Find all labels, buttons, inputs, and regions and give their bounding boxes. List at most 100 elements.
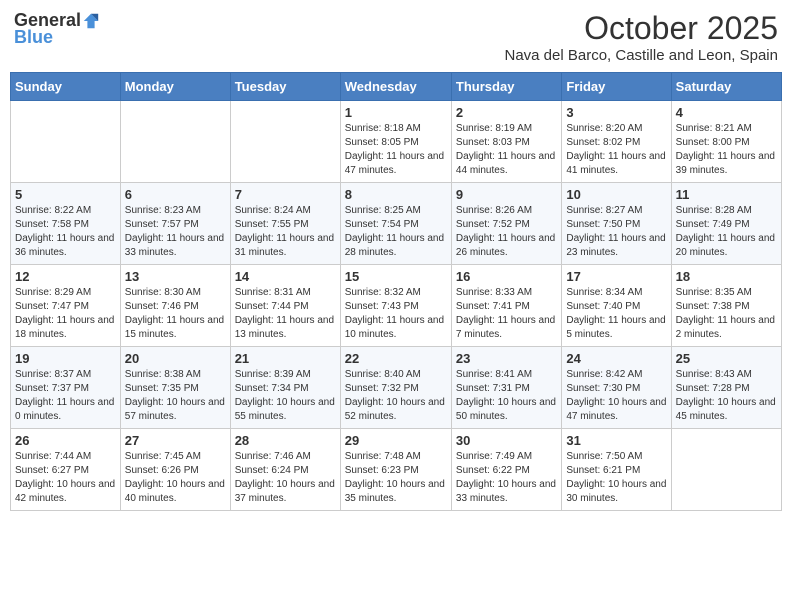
calendar-cell: 5 Sunrise: 8:22 AM Sunset: 7:58 PM Daylig… xyxy=(11,183,121,265)
day-number: 6 xyxy=(125,187,226,202)
day-info: Sunrise: 7:48 AM Sunset: 6:23 PM Dayligh… xyxy=(345,450,447,506)
day-number: 30 xyxy=(456,433,557,448)
calendar-cell: 8 Sunrise: 8:25 AM Sunset: 7:54 PM Daylig… xyxy=(340,183,451,265)
day-info: Sunrise: 8:34 AM Sunset: 7:40 PM Dayligh… xyxy=(566,286,666,342)
day-info: Sunrise: 8:18 AM Sunset: 8:05 PM Dayligh… xyxy=(345,122,447,178)
day-number: 18 xyxy=(676,269,777,284)
col-wednesday: Wednesday xyxy=(340,73,451,101)
calendar-cell: 27Sunrise: 7:45 AM Sunset: 6:26 PM Dayli… xyxy=(120,429,230,511)
calendar-cell: 21 Sunrise: 8:39 AM Sunset: 7:34 PM Dayli… xyxy=(230,347,340,429)
calendar-cell: 10Sunrise: 8:27 AM Sunset: 7:50 PM Dayli… xyxy=(562,183,671,265)
col-thursday: Thursday xyxy=(451,73,561,101)
day-number: 2 xyxy=(456,105,557,120)
calendar-cell: 16Sunrise: 8:33 AM Sunset: 7:41 PM Dayli… xyxy=(451,265,561,347)
day-info: Sunrise: 8:42 AM Sunset: 7:30 PM Dayligh… xyxy=(566,368,666,424)
day-number: 13 xyxy=(125,269,226,284)
calendar-cell: 22 Sunrise: 8:40 AM Sunset: 7:32 PM Dayli… xyxy=(340,347,451,429)
day-info: Sunrise: 8:31 AM Sunset: 7:44 PM Dayligh… xyxy=(235,286,336,342)
calendar-cell: 14 Sunrise: 8:31 AM Sunset: 7:44 PM Dayli… xyxy=(230,265,340,347)
calendar-cell: 20Sunrise: 8:38 AM Sunset: 7:35 PM Dayli… xyxy=(120,347,230,429)
day-info: Sunrise: 8:28 AM Sunset: 7:49 PM Dayligh… xyxy=(676,204,777,260)
day-number: 4 xyxy=(676,105,777,120)
day-number: 7 xyxy=(235,187,336,202)
calendar-cell: 11 Sunrise: 8:28 AM Sunset: 7:49 PM Dayli… xyxy=(671,183,781,265)
calendar-cell: 23 Sunrise: 8:41 AM Sunset: 7:31 PM Dayli… xyxy=(451,347,561,429)
day-info: Sunrise: 8:25 AM Sunset: 7:54 PM Dayligh… xyxy=(345,204,447,260)
day-number: 28 xyxy=(235,433,336,448)
calendar-cell xyxy=(671,429,781,511)
day-info: Sunrise: 8:33 AM Sunset: 7:41 PM Dayligh… xyxy=(456,286,557,342)
calendar-cell: 17Sunrise: 8:34 AM Sunset: 7:40 PM Dayli… xyxy=(562,265,671,347)
day-info: Sunrise: 8:22 AM Sunset: 7:58 PM Dayligh… xyxy=(15,204,116,260)
day-info: Sunrise: 7:46 AM Sunset: 6:24 PM Dayligh… xyxy=(235,450,336,506)
calendar-cell: 15 Sunrise: 8:32 AM Sunset: 7:43 PM Dayli… xyxy=(340,265,451,347)
day-number: 3 xyxy=(566,105,666,120)
calendar-cell: 6 Sunrise: 8:23 AM Sunset: 7:57 PM Daylig… xyxy=(120,183,230,265)
day-info: Sunrise: 8:35 AM Sunset: 7:38 PM Dayligh… xyxy=(676,286,777,342)
day-number: 23 xyxy=(456,351,557,366)
logo: General Blue xyxy=(14,10,100,48)
day-info: Sunrise: 8:37 AM Sunset: 7:37 PM Dayligh… xyxy=(15,368,116,424)
col-tuesday: Tuesday xyxy=(230,73,340,101)
calendar-cell: 25Sunrise: 8:43 AM Sunset: 7:28 PM Dayli… xyxy=(671,347,781,429)
calendar-week-5: 26Sunrise: 7:44 AM Sunset: 6:27 PM Dayli… xyxy=(11,429,782,511)
day-info: Sunrise: 7:44 AM Sunset: 6:27 PM Dayligh… xyxy=(15,450,116,506)
col-saturday: Saturday xyxy=(671,73,781,101)
calendar-cell xyxy=(120,101,230,183)
day-number: 12 xyxy=(15,269,116,284)
day-number: 29 xyxy=(345,433,447,448)
day-number: 1 xyxy=(345,105,447,120)
calendar-cell: 13 Sunrise: 8:30 AM Sunset: 7:46 PM Dayli… xyxy=(120,265,230,347)
day-number: 20 xyxy=(125,351,226,366)
calendar-header-row: Sunday Monday Tuesday Wednesday Thursday… xyxy=(11,73,782,101)
day-info: Sunrise: 8:20 AM Sunset: 8:02 PM Dayligh… xyxy=(566,122,666,178)
calendar-cell: 19 Sunrise: 8:37 AM Sunset: 7:37 PM Dayli… xyxy=(11,347,121,429)
title-block: October 2025 Nava del Barco, Castille an… xyxy=(504,10,778,64)
calendar-week-3: 12 Sunrise: 8:29 AM Sunset: 7:47 PM Dayli… xyxy=(11,265,782,347)
day-number: 21 xyxy=(235,351,336,366)
logo-icon xyxy=(82,12,100,30)
day-info: Sunrise: 8:26 AM Sunset: 7:52 PM Dayligh… xyxy=(456,204,557,260)
day-info: Sunrise: 8:40 AM Sunset: 7:32 PM Dayligh… xyxy=(345,368,447,424)
calendar-cell: 28 Sunrise: 7:46 AM Sunset: 6:24 PM Dayli… xyxy=(230,429,340,511)
calendar-week-2: 5 Sunrise: 8:22 AM Sunset: 7:58 PM Daylig… xyxy=(11,183,782,265)
logo-blue: Blue xyxy=(14,27,53,48)
calendar-cell: 4Sunrise: 8:21 AM Sunset: 8:00 PM Daylig… xyxy=(671,101,781,183)
day-info: Sunrise: 8:29 AM Sunset: 7:47 PM Dayligh… xyxy=(15,286,116,342)
day-info: Sunrise: 8:19 AM Sunset: 8:03 PM Dayligh… xyxy=(456,122,557,178)
calendar-cell: 18 Sunrise: 8:35 AM Sunset: 7:38 PM Dayli… xyxy=(671,265,781,347)
day-info: Sunrise: 8:27 AM Sunset: 7:50 PM Dayligh… xyxy=(566,204,666,260)
day-number: 19 xyxy=(15,351,116,366)
day-info: Sunrise: 8:30 AM Sunset: 7:46 PM Dayligh… xyxy=(125,286,226,342)
calendar-week-1: 1 Sunrise: 8:18 AM Sunset: 8:05 PM Daylig… xyxy=(11,101,782,183)
page-header: General Blue October 2025 Nava del Barco… xyxy=(10,10,782,64)
day-number: 22 xyxy=(345,351,447,366)
calendar-table: Sunday Monday Tuesday Wednesday Thursday… xyxy=(10,72,782,511)
day-info: Sunrise: 8:41 AM Sunset: 7:31 PM Dayligh… xyxy=(456,368,557,424)
day-info: Sunrise: 7:45 AM Sunset: 6:26 PM Dayligh… xyxy=(125,450,226,506)
day-number: 5 xyxy=(15,187,116,202)
col-sunday: Sunday xyxy=(11,73,121,101)
calendar-cell: 31 Sunrise: 7:50 AM Sunset: 6:21 PM Dayli… xyxy=(562,429,671,511)
calendar-cell: 12 Sunrise: 8:29 AM Sunset: 7:47 PM Dayli… xyxy=(11,265,121,347)
day-info: Sunrise: 8:23 AM Sunset: 7:57 PM Dayligh… xyxy=(125,204,226,260)
calendar-cell: 2 Sunrise: 8:19 AM Sunset: 8:03 PM Daylig… xyxy=(451,101,561,183)
day-number: 11 xyxy=(676,187,777,202)
calendar-week-4: 19 Sunrise: 8:37 AM Sunset: 7:37 PM Dayli… xyxy=(11,347,782,429)
day-info: Sunrise: 8:32 AM Sunset: 7:43 PM Dayligh… xyxy=(345,286,447,342)
day-info: Sunrise: 7:49 AM Sunset: 6:22 PM Dayligh… xyxy=(456,450,557,506)
day-info: Sunrise: 7:50 AM Sunset: 6:21 PM Dayligh… xyxy=(566,450,666,506)
day-number: 9 xyxy=(456,187,557,202)
calendar-cell: 3 Sunrise: 8:20 AM Sunset: 8:02 PM Daylig… xyxy=(562,101,671,183)
calendar-cell xyxy=(230,101,340,183)
calendar-cell: 1 Sunrise: 8:18 AM Sunset: 8:05 PM Daylig… xyxy=(340,101,451,183)
day-number: 8 xyxy=(345,187,447,202)
calendar-cell: 24Sunrise: 8:42 AM Sunset: 7:30 PM Dayli… xyxy=(562,347,671,429)
calendar-cell: 7Sunrise: 8:24 AM Sunset: 7:55 PM Daylig… xyxy=(230,183,340,265)
calendar-cell: 30 Sunrise: 7:49 AM Sunset: 6:22 PM Dayli… xyxy=(451,429,561,511)
day-number: 15 xyxy=(345,269,447,284)
day-number: 14 xyxy=(235,269,336,284)
day-info: Sunrise: 8:39 AM Sunset: 7:34 PM Dayligh… xyxy=(235,368,336,424)
col-friday: Friday xyxy=(562,73,671,101)
day-number: 31 xyxy=(566,433,666,448)
